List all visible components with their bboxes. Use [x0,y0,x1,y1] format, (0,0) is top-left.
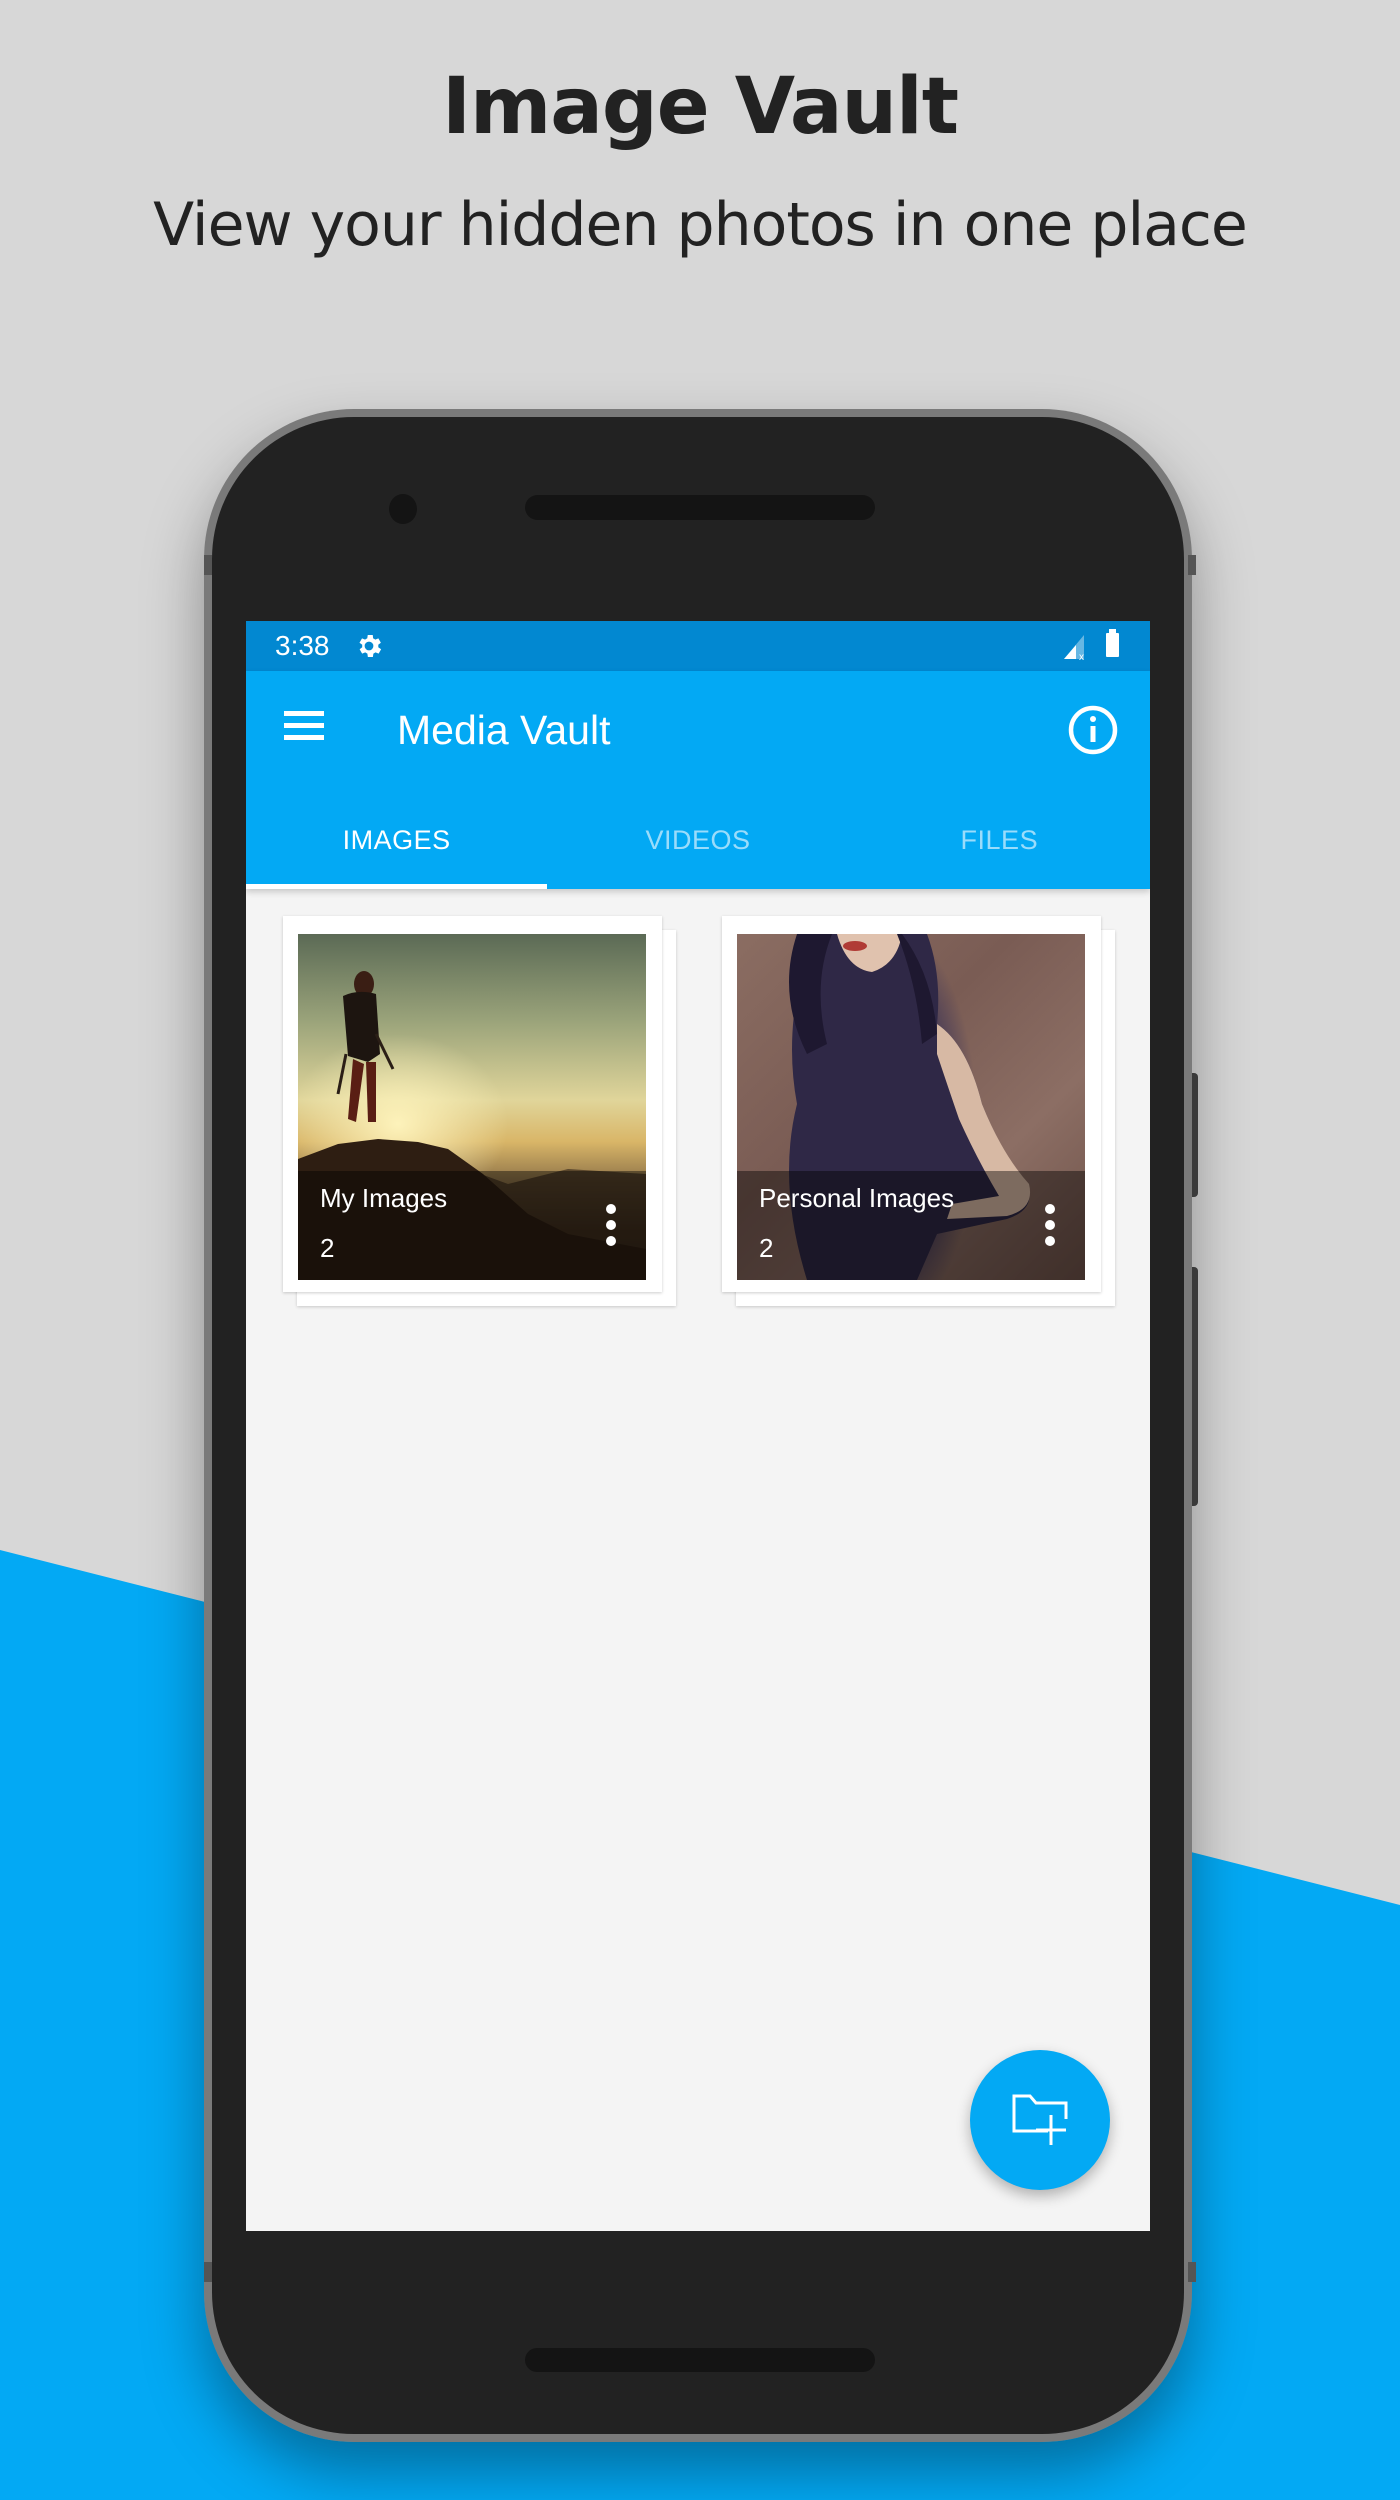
status-bar: 3:38 x [246,621,1150,671]
app-title: Media Vault [397,707,611,753]
hamburger-menu-icon[interactable] [284,709,324,743]
add-folder-fab[interactable] [970,2050,1110,2190]
album-count: 2 [320,1233,335,1263]
device-edge-mark [1188,555,1196,575]
album-card-my-images[interactable]: My Images 2 [283,916,678,1316]
settings-gear-icon [359,635,382,657]
more-vert-icon[interactable] [1043,1204,1057,1248]
info-circle-icon[interactable] [1067,704,1119,756]
tab-images[interactable]: IMAGES [246,807,548,889]
album-name: Personal Images [759,1183,955,1213]
svg-text:x: x [1079,652,1084,661]
volume-button [1192,1267,1198,1506]
device-edge-mark [1188,2262,1196,2282]
album-thumbnail: My Images 2 [298,934,646,1280]
signal-no-sim-icon: x [1064,635,1084,661]
album-card-personal-images[interactable]: Personal Images 2 [722,916,1117,1316]
album-caption-overlay: Personal Images 2 [737,1171,1085,1280]
album-stack-front: My Images 2 [283,916,662,1292]
tab-bar: IMAGES VIDEOS FILES [246,807,1150,889]
album-thumbnail: Personal Images 2 [737,934,1085,1280]
more-vert-icon[interactable] [604,1204,618,1248]
create-folder-add-icon [1012,2094,1068,2145]
front-camera [389,494,417,524]
tab-files[interactable]: FILES [849,807,1150,889]
earpiece-speaker [525,495,875,520]
battery-full-icon [1106,629,1119,657]
status-time: 3:38 [275,630,330,661]
device-edge-mark [204,555,212,575]
album-count: 2 [759,1233,774,1263]
promo-headline: Image Vault [441,62,959,152]
app-screen: 3:38 x Media Vault IMAGES VIDEOS FILES M… [246,621,1150,2231]
album-stack-front: Personal Images 2 [722,916,1101,1292]
album-name: My Images [320,1183,448,1213]
bottom-speaker [525,2348,875,2372]
promo-subline: View your hidden photos in one place [153,190,1248,260]
app-bar: Media Vault IMAGES VIDEOS FILES [246,671,1150,889]
power-button [1192,1073,1198,1197]
tab-videos[interactable]: VIDEOS [547,807,848,889]
device-edge-mark [204,2262,212,2282]
album-caption-overlay: My Images 2 [298,1171,646,1280]
